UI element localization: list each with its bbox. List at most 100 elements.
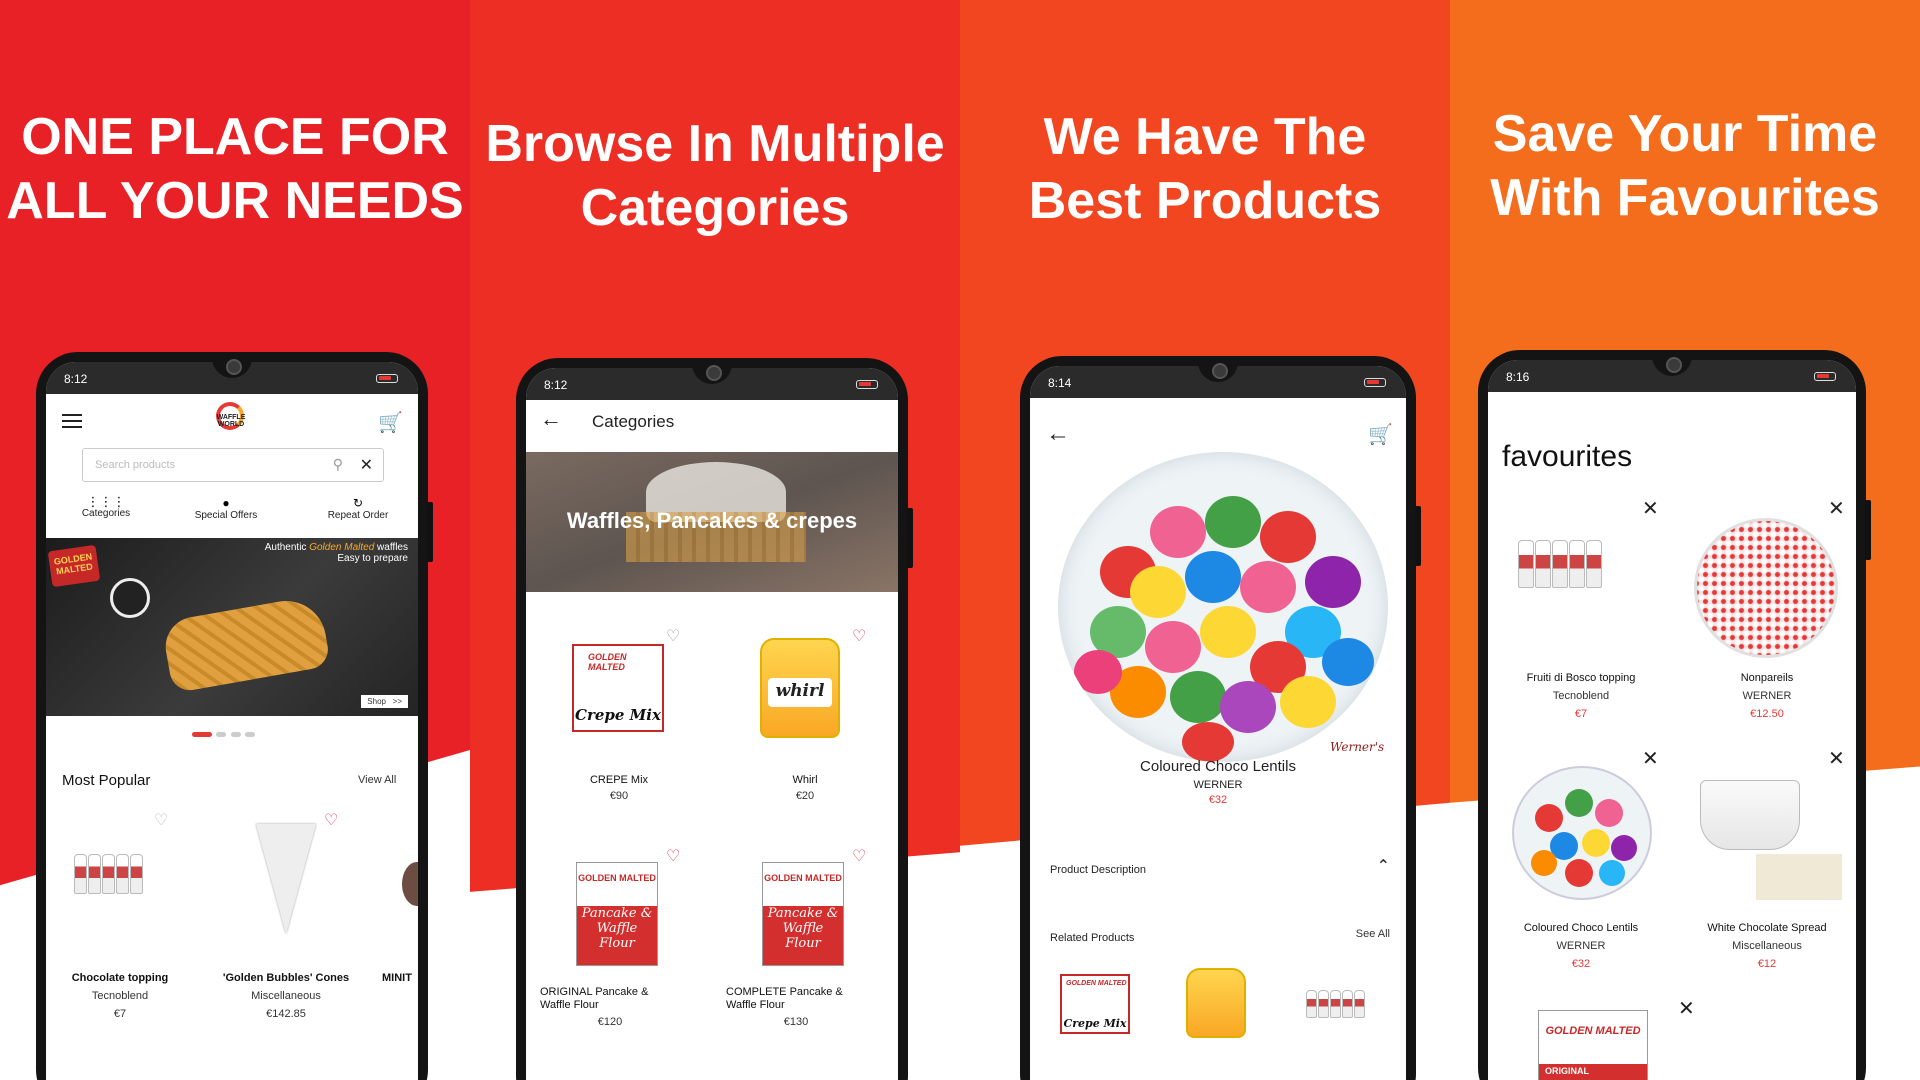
status-time: 8:12 <box>64 372 88 386</box>
related-product-image[interactable] <box>1186 968 1246 1038</box>
menu-icon[interactable] <box>62 414 82 428</box>
product-brand: WERNER <box>1556 940 1606 952</box>
search-input[interactable]: Search products <box>95 459 175 471</box>
product-name: Nonpareils <box>1740 672 1794 684</box>
product-image <box>74 854 164 899</box>
phone-button <box>427 502 433 562</box>
grid-icon: ⋮⋮⋮ <box>86 494 126 509</box>
product-price: €32 <box>1571 958 1591 970</box>
product-price: €20 <box>795 790 815 802</box>
product-brand: Tecnoblend <box>91 990 149 1002</box>
heart-icon[interactable]: ♡ <box>666 626 680 646</box>
shop-button[interactable]: Shop >> <box>361 695 408 708</box>
remove-favourite-icon[interactable]: ✕ <box>1642 746 1659 771</box>
section-label: Related Products <box>1050 932 1135 944</box>
headline-line: With Favourites <box>1490 169 1880 227</box>
quick-link-special-offers[interactable]: ● Special Offers <box>176 496 276 521</box>
phone-mockup: 8:12 WAFFLE WORLD 🛒 Search products ⚲ ✕ … <box>36 352 433 1080</box>
heart-icon[interactable]: ♡ <box>154 810 168 830</box>
product-card[interactable]: CREPE Mix €90 <box>526 774 712 802</box>
product-price: €12.50 <box>1750 708 1784 720</box>
product-name-partial[interactable]: MINIT <box>382 972 412 984</box>
phone-button <box>1865 500 1871 560</box>
quick-link-repeat-order[interactable]: ↻ Repeat Order <box>308 496 408 521</box>
product-price: €130 <box>783 1016 809 1028</box>
chevron-up-icon[interactable]: ⌃ <box>1377 856 1390 876</box>
app-screen-favourites: 8:16 favourites ✕ ✕ Fruiti di Bosco topp… <box>1488 360 1856 1080</box>
related-product-image[interactable]: GOLDEN MALTED Crepe Mix <box>1060 974 1130 1034</box>
see-all-link[interactable]: See All <box>1356 928 1390 940</box>
favourite-card[interactable]: Nonpareils WERNER €12.50 <box>1674 672 1856 720</box>
product-badge: GOLDEN MALTED <box>764 873 842 883</box>
heart-icon[interactable]: ♡ <box>324 810 338 830</box>
product-name: Coloured Choco Lentils <box>1523 922 1639 934</box>
search-icon[interactable]: ⚲ <box>333 456 343 473</box>
product-badge: GOLDEN MALTED <box>578 873 656 883</box>
cart-icon[interactable]: 🛒 <box>1368 422 1393 447</box>
product-description-toggle[interactable]: Product Description ⌃ <box>1050 858 1390 878</box>
banner-line1-end: waffles <box>374 542 408 553</box>
product-brand: Miscellaneous <box>251 990 321 1002</box>
favourite-card[interactable]: Coloured Choco Lentils WERNER €32 <box>1488 922 1674 970</box>
product-image <box>1512 766 1652 900</box>
category-hero[interactable]: Waffles, Pancakes & crepes <box>526 452 898 592</box>
app-screen-categories: 8:12 ← Categories Waffles, Pancakes & cr… <box>526 368 898 1080</box>
close-icon[interactable]: ✕ <box>360 455 373 475</box>
product-price: €7 <box>1574 708 1588 720</box>
product-price: €7 <box>113 1008 127 1020</box>
product-card[interactable]: Whirl €20 <box>712 774 898 802</box>
product-card[interactable]: 'Golden Bubbles' Cones Miscellaneous €14… <box>196 972 376 1020</box>
related-product-image[interactable] <box>1306 990 1386 1023</box>
product-label: Pancake & Waffle Flour <box>767 905 839 951</box>
product-card[interactable]: COMPLETE Pancake & Waffle Flour €130 <box>726 986 866 1028</box>
product-hero-image <box>1058 452 1388 762</box>
banner-brand: Golden Malted <box>309 542 375 553</box>
product-brand: WERNER <box>1742 690 1792 702</box>
status-time: 8:16 <box>1506 370 1530 384</box>
product-price: €90 <box>609 790 629 802</box>
product-price: €32 <box>1208 794 1228 806</box>
product-badge: GOLDEN MALTED <box>1066 980 1127 987</box>
promo-panel-2: Browse In Multiple Categories 8:12 ← Cat… <box>470 0 960 1080</box>
quick-link-categories[interactable]: ⋮⋮⋮ Categories <box>66 494 146 519</box>
app-screen-home: 8:12 WAFFLE WORLD 🛒 Search products ⚲ ✕ … <box>46 362 418 1080</box>
product-card[interactable]: ORIGINAL Pancake & Waffle Flour €120 <box>540 986 680 1028</box>
cookie-image <box>110 578 150 618</box>
banner-badge: GOLDEN MALTED <box>47 544 101 588</box>
favourite-card[interactable]: Fruiti di Bosco topping Tecnoblend €7 <box>1488 672 1674 720</box>
carousel-dots[interactable] <box>192 724 256 742</box>
headline-line: Categories <box>580 179 850 237</box>
favourite-card[interactable]: White Chocolate Spread Miscellaneous €12 <box>1674 922 1856 970</box>
panel-headline: We Have The Best Products <box>960 105 1450 233</box>
product-name: Fruiti di Bosco topping <box>1526 672 1636 684</box>
promo-panel-3: We Have The Best Products 8:14 ← 🛒 Werne… <box>960 0 1450 1080</box>
product-price: €142.85 <box>266 1008 306 1020</box>
shop-label: Shop <box>367 697 386 706</box>
heart-icon[interactable]: ♡ <box>852 626 866 646</box>
page-title: Categories <box>592 412 675 431</box>
product-card[interactable]: Chocolate topping Tecnoblend €7 <box>46 972 194 1020</box>
phone-mockup: 8:14 ← 🛒 Werner's Coloured Choco Lentils… <box>1020 356 1421 1080</box>
choco-lentils-image <box>1531 789 1637 887</box>
choco-lentils-image <box>1074 496 1374 762</box>
remove-favourite-icon[interactable]: ✕ <box>1828 496 1845 521</box>
promo-banner[interactable]: GOLDEN MALTED Authentic Golden Malted wa… <box>46 538 418 716</box>
back-arrow-icon[interactable]: ← <box>1046 420 1070 448</box>
search-bar[interactable]: Search products ⚲ ✕ <box>82 448 384 482</box>
cart-icon[interactable]: 🛒 <box>378 410 403 435</box>
remove-favourite-icon[interactable]: ✕ <box>1642 496 1659 521</box>
product-name: 'Golden Bubbles' Cones <box>222 972 350 984</box>
heart-icon[interactable]: ♡ <box>666 846 680 866</box>
panel-headline: ONE PLACE FOR ALL YOUR NEEDS <box>0 105 470 233</box>
product-image <box>1700 780 1800 850</box>
heart-icon[interactable]: ♡ <box>852 846 866 866</box>
app-logo: WAFFLE WORLD <box>206 400 256 440</box>
back-arrow-icon[interactable]: ← <box>540 406 562 432</box>
remove-favourite-icon[interactable]: ✕ <box>1828 746 1845 771</box>
product-label: ORIGINAL <box>1545 1065 1589 1076</box>
quick-link-label: Special Offers <box>194 510 258 521</box>
headline-line: Browse In Multiple <box>485 115 945 173</box>
product-name: CREPE Mix <box>589 774 649 786</box>
view-all-link[interactable]: View All <box>358 774 396 786</box>
remove-favourite-icon[interactable]: ✕ <box>1678 996 1695 1021</box>
